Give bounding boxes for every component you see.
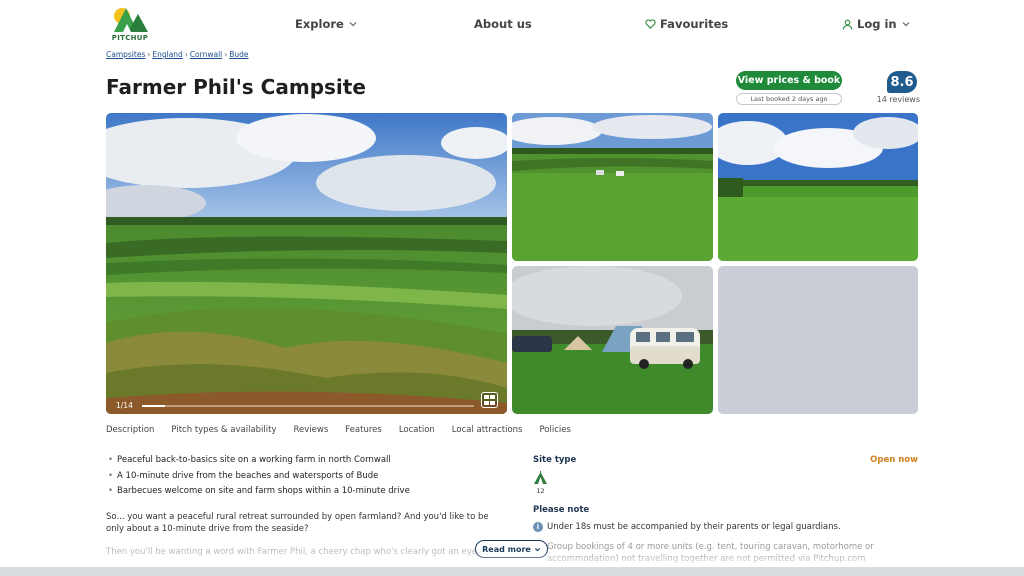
photo-thumbnail-placeholder[interactable]	[718, 266, 918, 414]
section-tabs: Description Pitch types & availability R…	[106, 425, 588, 435]
nav-explore-label: Explore	[295, 17, 344, 31]
breadcrumb-cornwall[interactable]: Cornwall	[190, 50, 222, 59]
breadcrumb-campsites[interactable]: Campsites	[106, 50, 145, 59]
reviews-count-link[interactable]: 14 reviews	[872, 95, 920, 104]
nav-about-label: About us	[474, 17, 532, 31]
gallery-progress	[142, 405, 474, 407]
user-icon	[842, 19, 853, 30]
main-photo[interactable]	[106, 113, 507, 414]
nav-favourites-label: Favourites	[660, 17, 729, 31]
meadow-photo	[718, 113, 918, 261]
last-booked-badge: Last booked 2 days ago	[736, 93, 842, 105]
highlights-list: Peaceful back-to-basics site on a workin…	[108, 455, 410, 502]
tent-pitch-count: 12	[536, 487, 545, 495]
tab-location[interactable]: Location	[399, 425, 435, 435]
chevron-down-icon	[349, 22, 357, 27]
list-item: A 10-minute drive from the beaches and w…	[108, 471, 410, 481]
logo-text: PITCHUP	[111, 34, 149, 42]
pitchup-logo[interactable]: PITCHUP	[106, 4, 154, 44]
description-paragraph: So... you want a peaceful rural retreat …	[106, 512, 489, 534]
view-prices-book-button[interactable]: View prices & book	[736, 71, 842, 90]
chevron-down-icon	[902, 22, 910, 27]
list-item: Peaceful back-to-basics site on a workin…	[108, 455, 410, 465]
breadcrumb: Campsites › England › Cornwall › Bude	[106, 50, 249, 59]
nav-about-us[interactable]: About us	[474, 16, 532, 32]
please-note-heading: Please note	[533, 505, 590, 515]
photo-counter: 1/14	[116, 401, 133, 410]
gallery-progress-fill	[142, 405, 166, 407]
photo-thumbnail-campervan[interactable]	[512, 266, 713, 414]
note-text: Under 18s must be accompanied by their p…	[547, 522, 841, 532]
note-under-18s: i Under 18s must be accompanied by their…	[533, 522, 841, 532]
tab-policies[interactable]: Policies	[539, 425, 570, 435]
tab-description[interactable]: Description	[106, 425, 154, 435]
campervan-photo	[512, 266, 713, 414]
gallery-grid-icon[interactable]	[481, 392, 498, 408]
photo-thumbnail-meadow[interactable]	[718, 113, 918, 261]
farmland-photo	[106, 113, 507, 414]
bottom-fade	[0, 552, 1024, 567]
browser-bottom-bar	[0, 567, 1024, 576]
tent-icon	[534, 471, 547, 484]
tab-features[interactable]: Features	[345, 425, 382, 435]
photo-thumbnail-field-horses[interactable]	[512, 113, 713, 261]
nav-log-in[interactable]: Log in	[842, 16, 911, 32]
logo-mark-icon	[114, 8, 148, 32]
review-score-badge[interactable]: 8.6	[887, 71, 917, 93]
nav-log-in-label: Log in	[857, 17, 897, 31]
tab-pitch-types[interactable]: Pitch types & availability	[171, 425, 276, 435]
field-photo	[512, 113, 713, 261]
nav-favourites[interactable]: Favourites	[645, 16, 728, 32]
nav-explore[interactable]: Explore	[295, 16, 358, 32]
breadcrumb-bude[interactable]: Bude	[229, 50, 248, 59]
breadcrumb-england[interactable]: England	[152, 50, 182, 59]
site-header: PITCHUP Explore About us Favourites Log …	[0, 0, 1024, 46]
page-title: Farmer Phil's Campsite	[106, 75, 366, 99]
tab-local-attractions[interactable]: Local attractions	[452, 425, 523, 435]
site-type-heading: Site type	[533, 455, 577, 465]
heart-icon	[645, 19, 656, 29]
list-item: Barbecues welcome on site and farm shops…	[108, 486, 410, 496]
open-now-status: Open now	[870, 455, 918, 465]
info-icon: i	[533, 522, 543, 532]
tab-reviews[interactable]: Reviews	[294, 425, 329, 435]
